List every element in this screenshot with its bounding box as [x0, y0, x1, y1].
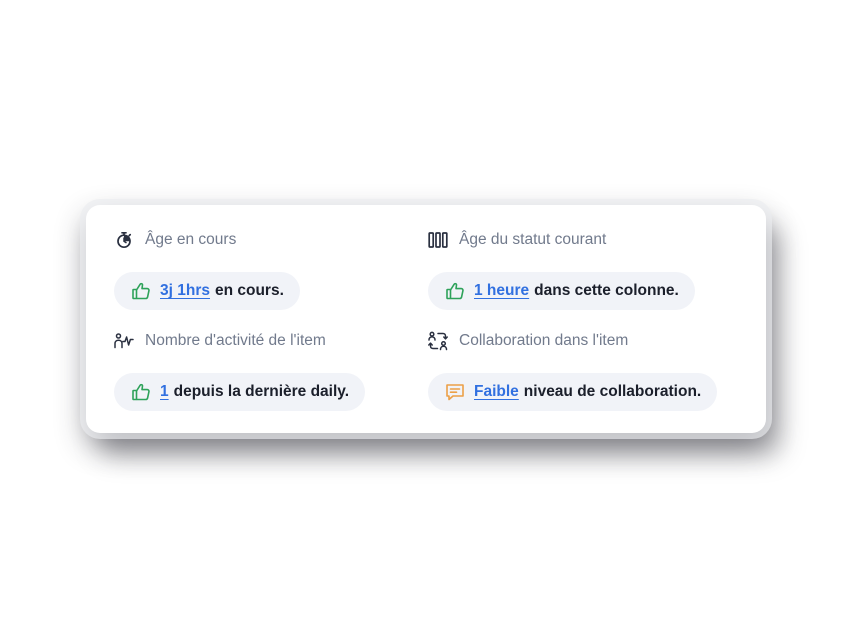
kanban-columns-icon — [428, 230, 448, 250]
metric-header: Collaboration dans l'item — [428, 331, 628, 351]
metric-header: Âge du statut courant — [428, 230, 606, 250]
metric-value-link[interactable]: 1 — [160, 383, 169, 401]
person-activity-icon — [114, 331, 134, 351]
collaboration-users-icon — [428, 331, 448, 351]
metric-age-statut-courant: Âge du statut courant 1 heure dans cette… — [428, 230, 695, 310]
metric-description: depuis la dernière daily. — [173, 383, 350, 400]
metric-value-pill: 1 depuis la dernière daily. — [114, 373, 366, 411]
metric-value-link[interactable]: 1 heure — [474, 282, 529, 300]
metric-description: dans cette colonne. — [534, 282, 679, 299]
metric-description: en cours. — [214, 282, 284, 299]
item-metrics-card: Âge en cours 3j 1hrs en cours. Âge du st… — [86, 205, 766, 433]
thumbs-up-icon — [131, 281, 151, 301]
metric-value-link[interactable]: 3j 1hrs — [160, 282, 210, 300]
metric-age-en-cours: Âge en cours 3j 1hrs en cours. — [114, 230, 300, 310]
metric-label: Âge en cours — [145, 231, 237, 248]
thumbs-up-icon — [445, 281, 465, 301]
metric-header: Âge en cours — [114, 230, 236, 250]
thumbs-up-icon — [131, 382, 151, 402]
chat-bubble-icon — [445, 382, 465, 402]
metric-label: Âge du statut courant — [459, 231, 607, 248]
metric-description: niveau de collaboration. — [523, 383, 702, 400]
metric-value-pill: 3j 1hrs en cours. — [114, 272, 300, 310]
metric-label: Collaboration dans l'item — [459, 332, 629, 349]
metric-value-pill: Faible niveau de collaboration. — [428, 373, 718, 411]
metric-value-link[interactable]: Faible — [474, 383, 519, 401]
metric-label: Nombre d'activité de l'item — [145, 332, 326, 349]
stopwatch-icon — [114, 230, 134, 250]
metric-header: Nombre d'activité de l'item — [114, 331, 326, 351]
metric-nombre-activite: Nombre d'activité de l'item 1 depuis la … — [114, 331, 366, 411]
metric-collaboration: Collaboration dans l'item Faible niveau … — [428, 331, 718, 411]
metric-value-pill: 1 heure dans cette colonne. — [428, 272, 695, 310]
